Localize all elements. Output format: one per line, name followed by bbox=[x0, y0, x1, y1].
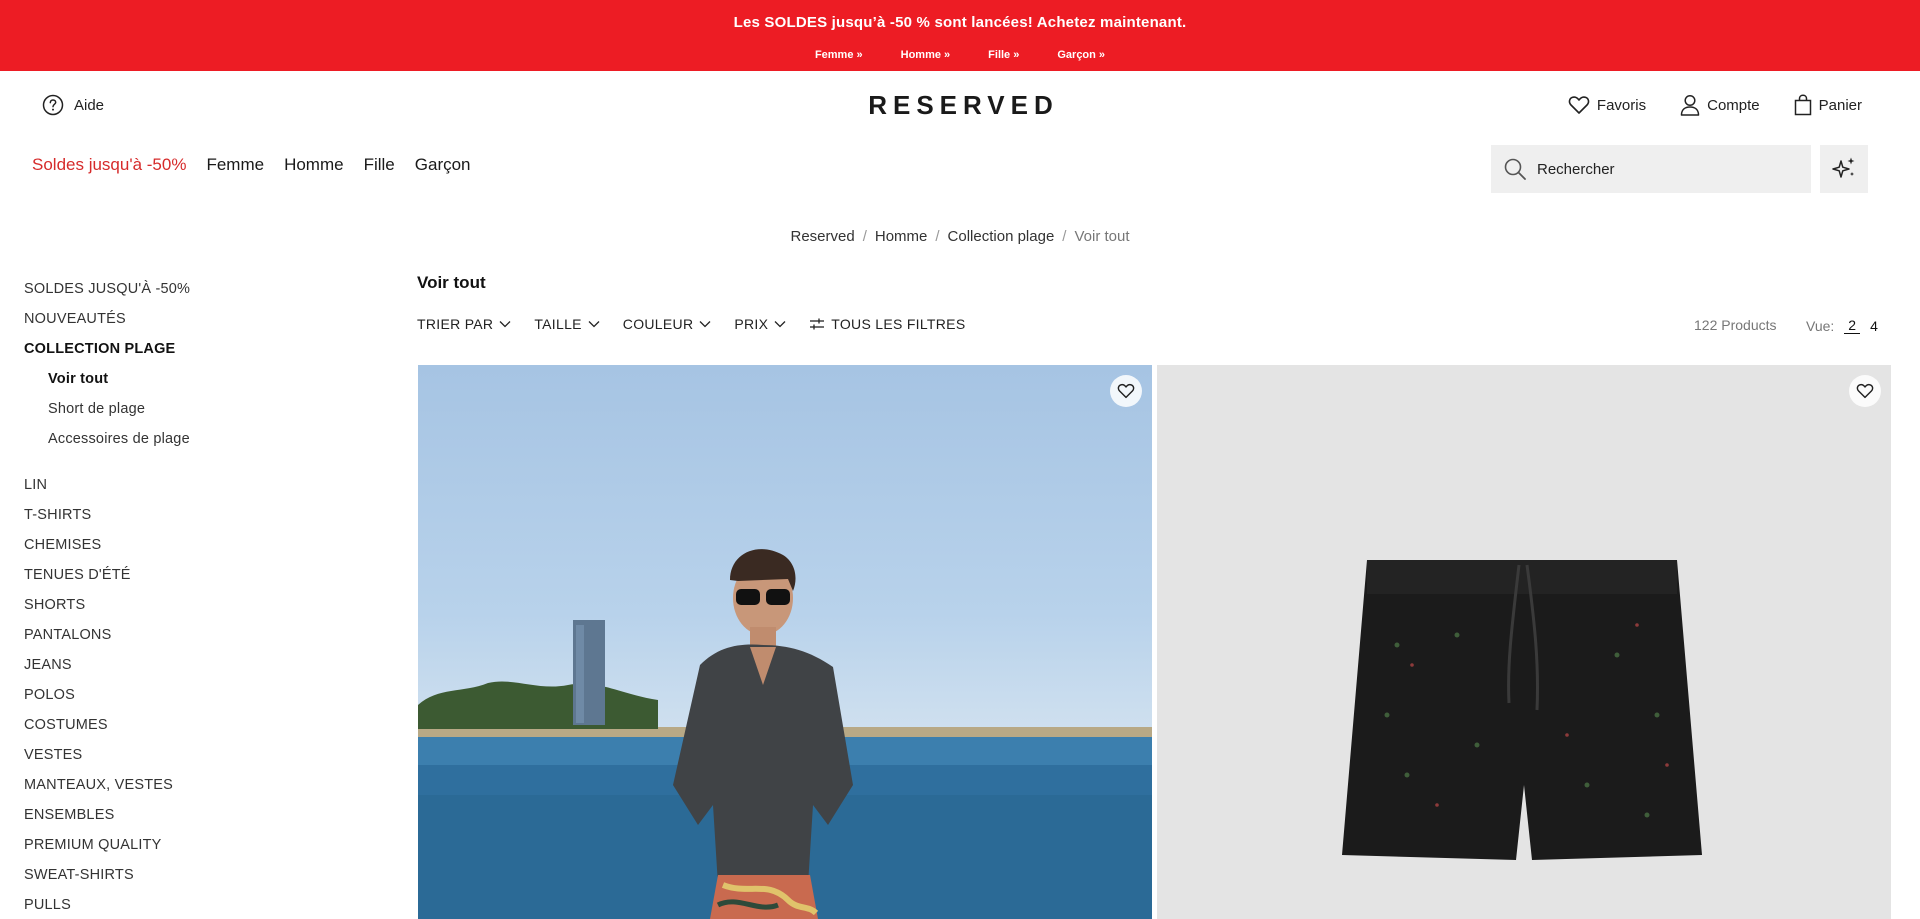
breadcrumb-separator: / bbox=[935, 228, 940, 245]
sidebar-item-tenues-ete[interactable]: TENUES D'ÉTÉ bbox=[24, 565, 324, 595]
sidebar-item-premium[interactable]: PREMIUM QUALITY bbox=[24, 835, 324, 865]
promo-link-homme[interactable]: Homme » bbox=[901, 49, 951, 61]
sidebar-subitem-short-de-plage[interactable]: Short de plage bbox=[24, 399, 324, 429]
ai-assistant-button[interactable] bbox=[1820, 145, 1868, 193]
nav-item-sale[interactable]: Soldes jusqu'à -50% bbox=[32, 155, 186, 175]
page-title: Voir tout bbox=[417, 273, 486, 292]
header-utilities: Favoris Compte Panier bbox=[1568, 94, 1862, 116]
promo-link-garcon[interactable]: Garçon » bbox=[1057, 49, 1105, 61]
product-count: 122 Products bbox=[1694, 317, 1777, 333]
sidebar-item-beach[interactable]: COLLECTION PLAGE bbox=[24, 339, 324, 369]
heart-icon bbox=[1117, 383, 1135, 399]
color-label: COULEUR bbox=[622, 316, 694, 332]
product-card[interactable] bbox=[1157, 365, 1891, 919]
wishlist-button[interactable] bbox=[1849, 375, 1881, 407]
breadcrumb-separator: / bbox=[862, 228, 867, 245]
all-filters-button[interactable]: TOUS LES FILTRES bbox=[809, 316, 965, 332]
sidebar-item-shorts[interactable]: SHORTS bbox=[24, 595, 324, 625]
main-navigation: Soldes jusqu'à -50% Femme Homme Fille Ga… bbox=[32, 155, 471, 175]
color-filter[interactable]: COULEUR bbox=[623, 316, 712, 332]
cart-link[interactable]: Panier bbox=[1794, 94, 1862, 116]
promo-link-femme[interactable]: Femme » bbox=[815, 49, 863, 61]
sort-label: TRIER PAR bbox=[417, 316, 494, 332]
favorites-label: Favoris bbox=[1596, 96, 1647, 114]
breadcrumb: Reserved / Homme / Collection plage / Vo… bbox=[0, 228, 1920, 245]
category-sidebar: SOLDES JUSQU'À -50% NOUVEAUTÉS COLLECTIO… bbox=[24, 279, 324, 919]
sidebar-item-sweat-shirts[interactable]: SWEAT-SHIRTS bbox=[24, 865, 324, 895]
view-option-4[interactable]: 4 bbox=[1870, 318, 1878, 334]
sidebar-item-chemises[interactable]: CHEMISES bbox=[24, 535, 324, 565]
filter-sliders-icon bbox=[810, 318, 825, 330]
sidebar-subitem-accessoires[interactable]: Accessoires de plage bbox=[24, 429, 324, 459]
nav-item-femme[interactable]: Femme bbox=[206, 155, 264, 175]
filter-bar: TRIER PAR TAILLE COULEUR PRIX TOUS LES F… bbox=[417, 316, 965, 332]
sort-dropdown[interactable]: TRIER PAR bbox=[417, 316, 511, 332]
promo-link-fille[interactable]: Fille » bbox=[988, 49, 1019, 61]
size-filter[interactable]: TAILLE bbox=[534, 316, 600, 332]
bag-icon bbox=[1794, 94, 1811, 116]
search-icon bbox=[1504, 158, 1526, 180]
account-label: Compte bbox=[1707, 96, 1760, 114]
product-image bbox=[418, 549, 1152, 919]
view-switcher: Vue: 2 4 bbox=[1806, 317, 1878, 334]
search-input[interactable] bbox=[1537, 160, 1787, 178]
heart-icon bbox=[1856, 383, 1874, 399]
sidebar-item-new[interactable]: NOUVEAUTÉS bbox=[24, 309, 324, 339]
sidebar-item-jeans[interactable]: JEANS bbox=[24, 655, 324, 685]
sidebar-item-pulls[interactable]: PULLS bbox=[24, 895, 324, 919]
view-option-2[interactable]: 2 bbox=[1844, 317, 1861, 334]
view-label: Vue: bbox=[1806, 317, 1835, 334]
promo-banner: Les SOLDES jusqu’à -50 % sont lancées! A… bbox=[0, 0, 1920, 71]
sidebar-item-vestes[interactable]: VESTES bbox=[24, 745, 324, 775]
chevron-down-icon bbox=[699, 321, 711, 328]
chevron-down-icon bbox=[588, 321, 600, 328]
favorites-link[interactable]: Favoris bbox=[1568, 95, 1646, 115]
wishlist-button[interactable] bbox=[1110, 375, 1142, 407]
promo-links: Femme » Homme » Fille » Garçon » bbox=[0, 49, 1920, 61]
user-icon bbox=[1680, 94, 1700, 116]
sparkle-icon bbox=[1832, 157, 1855, 178]
heart-icon bbox=[1568, 96, 1590, 114]
sidebar-item-sale[interactable]: SOLDES JUSQU'À -50% bbox=[24, 279, 324, 309]
promo-text[interactable]: Les SOLDES jusqu’à -50 % sont lancées! A… bbox=[0, 14, 1920, 31]
breadcrumb-item-current: Voir tout bbox=[1074, 228, 1130, 245]
sidebar-item-lin[interactable]: LIN bbox=[24, 475, 324, 505]
sidebar-item-costumes[interactable]: COSTUMES bbox=[24, 715, 324, 745]
price-filter[interactable]: PRIX bbox=[734, 316, 786, 332]
product-card[interactable] bbox=[418, 365, 1152, 919]
sidebar-item-pantalons[interactable]: PANTALONS bbox=[24, 625, 324, 655]
all-filters-label: TOUS LES FILTRES bbox=[831, 316, 966, 332]
cart-label: Panier bbox=[1818, 96, 1862, 114]
chevron-down-icon bbox=[499, 321, 511, 328]
account-link[interactable]: Compte bbox=[1680, 94, 1760, 116]
nav-item-homme[interactable]: Homme bbox=[284, 155, 344, 175]
breadcrumb-item-reserved[interactable]: Reserved bbox=[790, 228, 854, 245]
product-image bbox=[1342, 560, 1702, 860]
breadcrumb-separator: / bbox=[1062, 228, 1067, 245]
size-label: TAILLE bbox=[534, 316, 582, 332]
sidebar-item-polos[interactable]: POLOS bbox=[24, 685, 324, 715]
sidebar-item-ensembles[interactable]: ENSEMBLES bbox=[24, 805, 324, 835]
sidebar-subitem-voir-tout[interactable]: Voir tout bbox=[24, 369, 324, 399]
nav-item-garcon[interactable]: Garçon bbox=[415, 155, 471, 175]
breadcrumb-item-collection-plage[interactable]: Collection plage bbox=[948, 228, 1055, 245]
sidebar-item-manteaux[interactable]: MANTEAUX, VESTES bbox=[24, 775, 324, 805]
sidebar-item-t-shirts[interactable]: T-SHIRTS bbox=[24, 505, 324, 535]
chevron-down-icon bbox=[774, 321, 786, 328]
nav-item-fille[interactable]: Fille bbox=[364, 155, 395, 175]
search-bar bbox=[1491, 145, 1811, 193]
price-label: PRIX bbox=[734, 316, 769, 332]
breadcrumb-item-homme[interactable]: Homme bbox=[875, 228, 928, 245]
